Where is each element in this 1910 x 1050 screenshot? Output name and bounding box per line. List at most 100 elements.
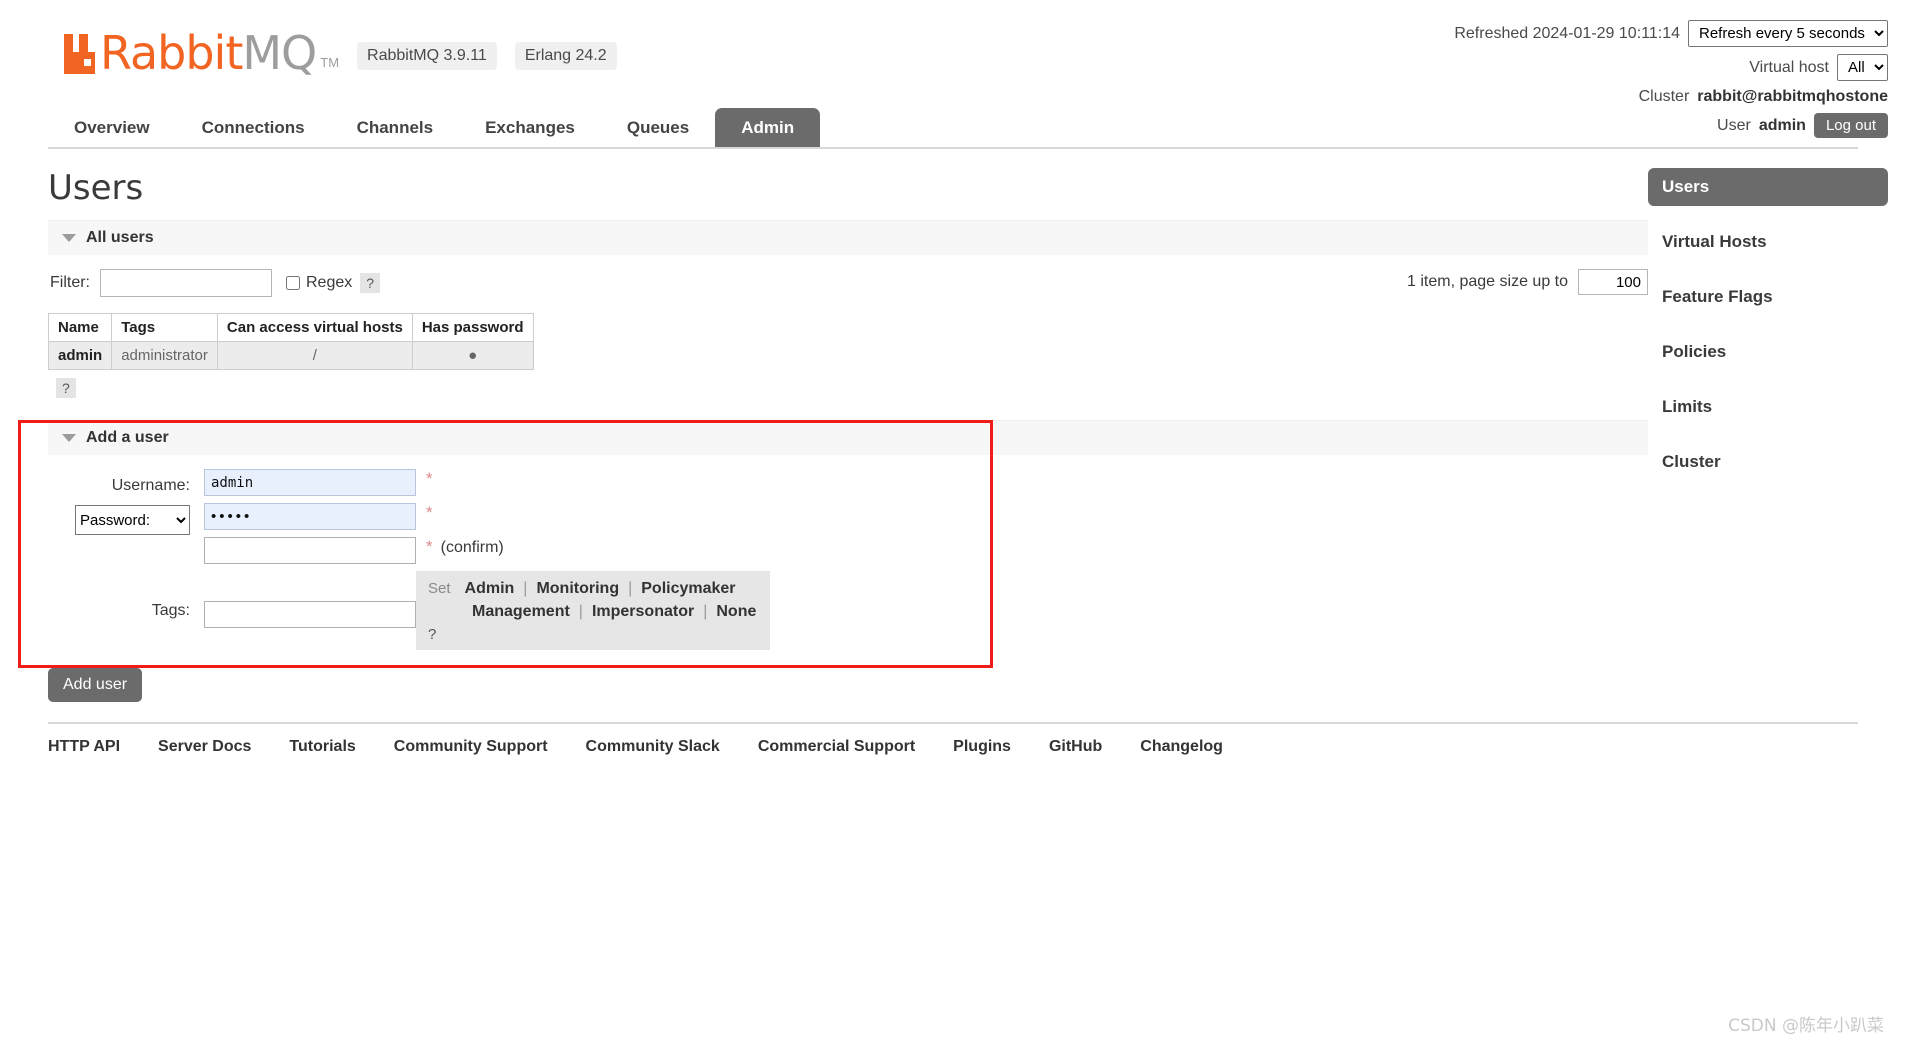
username-input[interactable] [204, 469, 416, 496]
sidebar-item-virtual-hosts[interactable]: Virtual Hosts [1648, 223, 1888, 261]
password-required-cell: * [416, 503, 770, 537]
cluster-row: Cluster rabbit@rabbitmqhostone [1454, 88, 1888, 106]
page-size-text: 1 item, page size up to [1407, 273, 1568, 290]
required-asterisk: * [426, 537, 433, 556]
regex-label: Regex [306, 274, 353, 291]
password-row: Password: * [48, 503, 770, 537]
confirm-label: (confirm) [440, 539, 504, 556]
collapse-caret-icon [62, 434, 76, 442]
footer-link-community-support[interactable]: Community Support [394, 738, 548, 756]
tab-channels[interactable]: Channels [331, 108, 460, 149]
cluster-label: Cluster [1638, 88, 1690, 105]
column-header-name[interactable]: Name [47, 313, 113, 342]
tag-presets-cell: Set Admin | Monitoring | Policymaker Man… [416, 571, 771, 650]
rabbitmq-version-badge: RabbitMQ 3.9.11 [357, 42, 497, 70]
brand-mq-text: MQ [242, 26, 317, 80]
set-label: Set [428, 580, 451, 597]
footer-links: HTTP API Server Docs Tutorials Community… [48, 722, 1858, 756]
all-users-section-header[interactable]: All users [48, 220, 1648, 255]
tag-separator: | [578, 603, 583, 620]
tags-help-row: ? [428, 626, 756, 644]
log-out-button[interactable]: Log out [1813, 113, 1888, 138]
footer-link-http-api[interactable]: HTTP API [48, 738, 120, 756]
cell-user-tags: administrator [111, 341, 218, 370]
regex-checkbox[interactable] [286, 276, 300, 290]
cell-user-vhosts: / [216, 341, 413, 370]
refresh-interval-select[interactable]: Refresh every 5 seconds [1688, 20, 1888, 47]
tag-preset-none[interactable]: None [716, 603, 756, 621]
tag-preset-impersonator[interactable]: Impersonator [592, 603, 694, 621]
tab-queues[interactable]: Queues [601, 108, 715, 149]
users-table-help-row: ? [48, 378, 1648, 398]
footer-link-plugins[interactable]: Plugins [953, 738, 1011, 756]
password-confirm-input[interactable] [204, 537, 416, 564]
footer-link-changelog[interactable]: Changelog [1140, 738, 1223, 756]
add-user-section: Add a user Username: * Passwor [18, 420, 1648, 702]
filter-row: Filter: Regex ? 1 item, page size up to [48, 255, 1648, 307]
add-user-section-header[interactable]: Add a user [48, 420, 1648, 455]
tab-exchanges[interactable]: Exchanges [459, 108, 601, 149]
password-confirm-field-cell [204, 537, 416, 571]
footer-link-tutorials[interactable]: Tutorials [289, 738, 355, 756]
column-header-has-password[interactable]: Has password [411, 313, 534, 342]
tab-connections[interactable]: Connections [176, 108, 331, 149]
footer-link-commercial-support[interactable]: Commercial Support [758, 738, 915, 756]
add-user-form: Username: * Password: [48, 469, 771, 650]
username-row: Username: * [48, 469, 770, 503]
password-select-cell: Password: [48, 503, 204, 537]
vhost-select[interactable]: All [1837, 54, 1888, 81]
main-content: Users All users Filter: Regex ? 1 item, … [18, 168, 1648, 702]
rabbitmq-logo-icon [64, 34, 95, 74]
cell-user-has-password: ● [411, 341, 534, 370]
footer-link-community-slack[interactable]: Community Slack [586, 738, 720, 756]
sidebar-item-cluster[interactable]: Cluster [1648, 443, 1888, 481]
cell-user-name[interactable]: admin [47, 341, 113, 370]
page-size-input[interactable] [1578, 269, 1648, 295]
sidebar-item-feature-flags[interactable]: Feature Flags [1648, 278, 1888, 316]
footer-link-server-docs[interactable]: Server Docs [158, 738, 251, 756]
sidebar-item-policies[interactable]: Policies [1648, 333, 1888, 371]
tag-presets-row-2: Management | Impersonator | None [472, 603, 756, 621]
sidebar-item-limits[interactable]: Limits [1648, 388, 1888, 426]
table-row[interactable]: admin administrator / ● [47, 341, 534, 370]
rabbitmq-management-page: RabbitMQ TM RabbitMQ 3.9.11 Erlang 24.2 … [0, 0, 1910, 1050]
password-field-cell [204, 503, 416, 537]
password-input[interactable] [204, 503, 416, 530]
tag-preset-monitoring[interactable]: Monitoring [536, 580, 619, 598]
footer-link-github[interactable]: GitHub [1049, 738, 1102, 756]
tags-field-cell [204, 571, 416, 650]
refreshed-timestamp: Refreshed 2024-01-29 10:11:14 [1454, 24, 1680, 42]
password-confirm-label-cell [48, 537, 204, 571]
users-table-help-icon[interactable]: ? [56, 378, 76, 398]
column-header-vhosts[interactable]: Can access virtual hosts [216, 313, 413, 342]
add-user-button[interactable]: Add user [48, 668, 143, 702]
password-type-select[interactable]: Password: [75, 505, 190, 535]
tags-help-icon[interactable]: ? [428, 626, 436, 643]
tag-separator: | [523, 580, 528, 597]
tag-separator: | [703, 603, 708, 620]
column-header-tags[interactable]: Tags [111, 313, 218, 342]
page-header: RabbitMQ TM RabbitMQ 3.9.11 Erlang 24.2 … [0, 0, 1910, 150]
users-table-body: admin administrator / ● [47, 341, 534, 370]
tag-preset-management[interactable]: Management [472, 603, 570, 621]
tab-overview[interactable]: Overview [48, 108, 176, 149]
all-users-section-label: All users [86, 229, 154, 246]
tags-input[interactable] [204, 601, 416, 628]
main-navigation: Overview Connections Channels Exchanges … [48, 108, 821, 149]
tags-label: Tags: [151, 601, 190, 619]
tag-preset-admin[interactable]: Admin [465, 580, 515, 598]
collapse-caret-icon [62, 234, 76, 242]
brand-logo[interactable]: RabbitMQ TM RabbitMQ 3.9.11 Erlang 24.2 [62, 30, 617, 76]
users-table: Name Tags Can access virtual hosts Has p… [47, 313, 534, 370]
brand-wordmark: RabbitMQ [100, 30, 317, 76]
regex-toggle[interactable]: Regex ? [286, 273, 381, 293]
user-label: User [1717, 116, 1751, 134]
password-confirm-note-cell: * (confirm) [416, 537, 770, 571]
filter-input[interactable] [100, 269, 272, 297]
sidebar-item-users[interactable]: Users [1648, 168, 1888, 206]
tag-preset-policymaker[interactable]: Policymaker [641, 580, 735, 598]
trademark-mark: TM [320, 55, 340, 70]
regex-help-icon[interactable]: ? [360, 273, 381, 293]
page-title: Users [48, 168, 144, 208]
tab-admin[interactable]: Admin [715, 108, 821, 149]
